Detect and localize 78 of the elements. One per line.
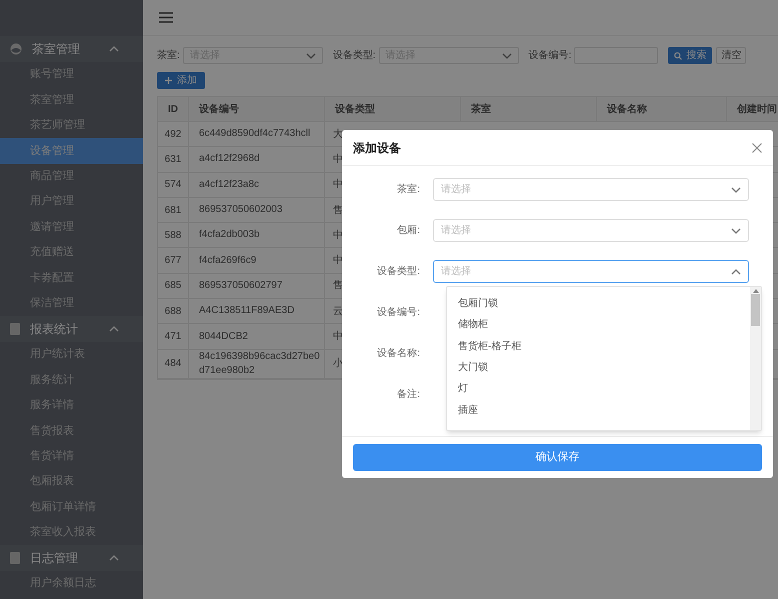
- document-icon: [10, 552, 20, 564]
- table-cell-text: 631: [164, 152, 182, 167]
- dropdown-option[interactable]: 插座: [447, 399, 750, 421]
- table-cell: 84c196398b96cac3d27be0d71ee980b2: [199, 350, 320, 378]
- menu-group-title: 茶室管理: [32, 41, 81, 58]
- table-cell-text: 中: [333, 178, 343, 192]
- column-header: 创建时间: [737, 102, 777, 116]
- dialog-title: 添加设备: [353, 140, 402, 156]
- field-label: 备注:: [397, 389, 420, 400]
- column-header: 设备名称: [607, 102, 647, 116]
- menu-group-title: 报表统计: [30, 320, 79, 338]
- menu-icon[interactable]: [159, 12, 173, 23]
- dropdown-option[interactable]: 储物柜: [447, 314, 750, 336]
- menu-group-title: 日志管理: [30, 550, 79, 568]
- table-cell-text: 484: [164, 357, 182, 372]
- table-cell-text: 中: [333, 152, 343, 167]
- scrollbar[interactable]: [750, 287, 761, 430]
- table-cell-text: 售: [333, 204, 343, 218]
- table-cell-text: 471: [164, 330, 182, 344]
- select-field[interactable]: 请选择: [433, 219, 749, 242]
- chevron-icon: [731, 268, 741, 274]
- search-button[interactable]: 搜索: [668, 47, 712, 64]
- column-header: ID: [168, 102, 178, 116]
- column-header: 设备编号: [199, 102, 239, 116]
- document-icon: [10, 322, 20, 335]
- menu-group-header[interactable]: 报表统计: [0, 316, 143, 342]
- table-cell-text: 677: [164, 254, 182, 268]
- clear-button[interactable]: 清空: [716, 47, 746, 64]
- dropdown-option[interactable]: 包厢门锁: [447, 293, 750, 314]
- chevron-icon: [306, 52, 316, 58]
- plus-icon: [165, 77, 172, 84]
- field-label: 设备编号:: [377, 307, 420, 318]
- table-cell: a4cf12f2968d: [199, 152, 260, 166]
- chevron-icon: [502, 52, 512, 58]
- table-cell: 6c449d8590df4c7743hcll: [199, 127, 310, 142]
- table-cell-text: 574: [164, 178, 182, 192]
- menu-group-header[interactable]: 日志管理: [0, 545, 143, 572]
- table-cell: f4cfa2db003b: [199, 228, 260, 242]
- table-cell-text: 中: [333, 254, 343, 268]
- column-header: 茶室: [471, 102, 491, 116]
- column-header: 设备类型: [335, 102, 375, 116]
- field-label: 设备名称:: [377, 348, 420, 359]
- table-cell-text: 中: [333, 330, 343, 344]
- table-cell: A4C138511F89AE3D: [199, 304, 294, 318]
- save-button[interactable]: 确认保存: [353, 444, 762, 471]
- table-cell-text: 售: [333, 279, 343, 294]
- menu-group-header[interactable]: 茶室管理: [0, 36, 143, 62]
- filter-label: 设备编号:: [528, 48, 572, 63]
- field-label: 包厢:: [397, 225, 420, 236]
- filter-label: 设备类型:: [332, 48, 376, 63]
- table-cell: 869537050602797: [199, 278, 282, 293]
- table-cell-text: 588: [164, 228, 182, 243]
- dropdown-option[interactable]: 售货柜-格子柜: [447, 336, 750, 357]
- search-icon: [674, 52, 682, 60]
- filter-label: 茶室:: [157, 48, 180, 63]
- menu-item[interactable]: 设备管理: [0, 138, 143, 164]
- table-cell: 869537050602003: [199, 203, 282, 218]
- chevron-icon: [731, 186, 741, 192]
- table-cell-text: 685: [164, 279, 182, 294]
- table-cell: f4cfa269f6c9: [199, 254, 256, 268]
- table-cell-text: 492: [164, 128, 182, 142]
- dropdown-option[interactable]: 大门锁: [447, 356, 750, 378]
- select-field[interactable]: 请选择: [433, 178, 749, 201]
- scrollbar-thumb[interactable]: [751, 294, 760, 326]
- field-label: 设备类型:: [377, 266, 420, 277]
- select-field[interactable]: 请选择: [433, 260, 749, 283]
- close-icon[interactable]: [752, 142, 762, 152]
- add-button[interactable]: 添加: [157, 72, 205, 89]
- dropdown-option[interactable]: 灯: [447, 378, 750, 400]
- gauge-icon: [10, 43, 22, 55]
- table-cell-text: 681: [164, 204, 182, 218]
- table-cell: a4cf12f23a8c: [199, 178, 260, 192]
- field-label: 茶室:: [397, 184, 420, 195]
- table-cell: 8044DCB2: [199, 330, 248, 344]
- table-cell-text: 云: [333, 304, 343, 319]
- table-cell-text: 中: [333, 228, 343, 243]
- chevron-icon: [731, 228, 741, 234]
- table-cell-text: 688: [164, 304, 182, 319]
